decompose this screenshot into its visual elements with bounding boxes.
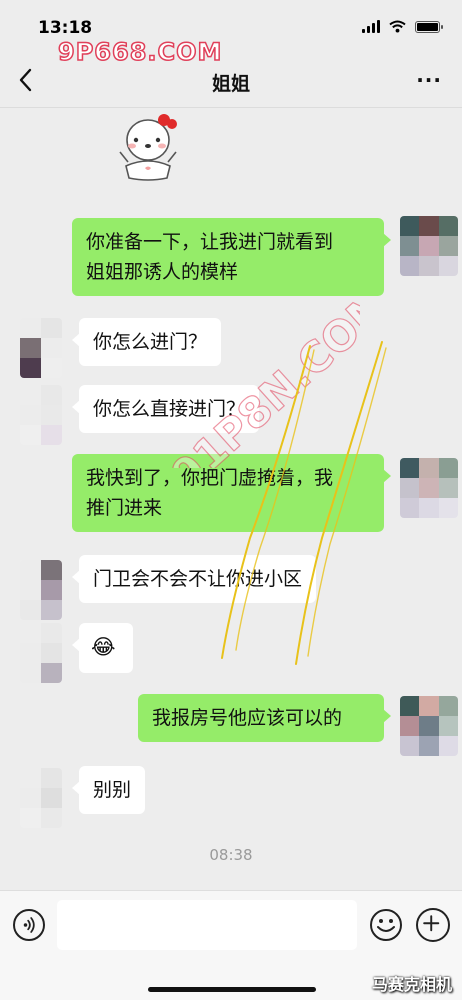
voice-icon[interactable] [13,909,45,941]
message-bubble-received[interactable]: 别别 [71,766,146,814]
status-time: 13:18 [38,18,93,38]
watermark-corner: 马赛克相机 [371,975,452,994]
avatar-self[interactable] [400,216,458,276]
status-icons [362,20,443,33]
smiley-icon[interactable] [369,908,403,942]
message-bubble-sent[interactable]: 我快到了，你把门虚掩着，我 推门进来 [72,454,391,532]
message-text: 别别 [93,779,132,801]
battery-level [417,22,438,31]
message-bubble-received[interactable]: 😂 [72,623,133,673]
message-bubble-sent[interactable]: 我报房号他应该可以的 [138,694,391,742]
message-text: 你怎么进门？ [93,331,208,353]
avatar-self[interactable] [400,458,458,518]
message-bubble-received[interactable]: 你怎么直接进门？ [71,385,260,433]
message-text: 门卫会不会不让你进小区 [93,568,303,590]
chat-area[interactable]: 你准备一下，让我进门就看到 姐姐那诱人的模样 你怎么进门？ 你怎么直接进门？ 我… [0,108,462,890]
sticker-bear[interactable] [112,110,184,182]
message-bubble-received[interactable]: 你怎么进门？ [71,318,222,366]
message-text: 我报房号他应该可以的 [152,707,343,729]
plus-icon[interactable] [416,908,450,942]
message-bubble-received[interactable]: 门卫会不会不让你进小区 [71,555,317,603]
svg-text:91P8N.COM: 91P8N.COM [162,278,360,468]
message-bubble-sent[interactable]: 你准备一下，让我进门就看到 姐姐那诱人的模样 [72,218,391,296]
wifi-icon [389,20,406,33]
message-text: 推门进来 [86,497,163,519]
message-timestamp: 08:38 [209,846,253,864]
nav-bar: 姐姐 ··· [0,52,462,108]
avatar-contact[interactable] [20,560,62,620]
battery-icon [415,20,443,33]
input-bar: 马赛克相机 [0,890,462,1000]
message-text: 我快到了，你把门虚掩着，我 [86,467,334,489]
avatar-contact[interactable] [20,385,62,445]
message-text: 姐姐那诱人的模样 [86,261,239,283]
avatar-contact[interactable] [20,623,62,683]
avatar-self[interactable] [400,696,458,756]
more-options-button[interactable]: ··· [416,68,442,92]
message-text: 你准备一下，让我进门就看到 [86,231,334,253]
chat-title: 姐姐 [211,73,250,95]
message-input[interactable] [57,900,357,950]
avatar-contact[interactable] [20,768,62,828]
avatar-contact[interactable] [20,318,62,378]
emoji-laughing: 😂 [91,635,116,659]
message-text: 你怎么直接进门？ [93,398,246,420]
signal-icon [362,20,380,33]
home-indicator [148,987,316,992]
